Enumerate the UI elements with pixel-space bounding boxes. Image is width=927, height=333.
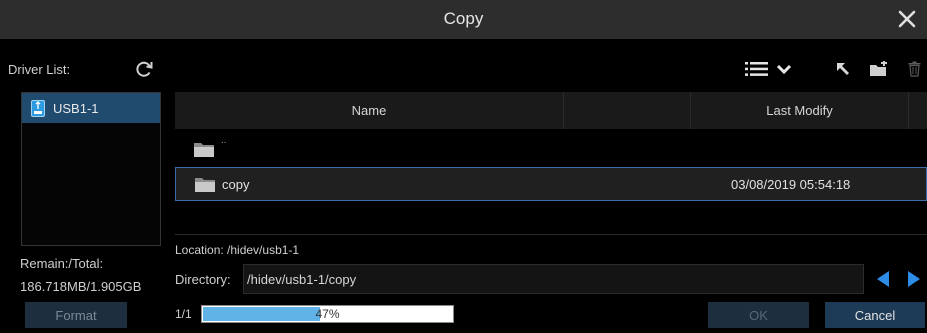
progress-bar: 47% [201,305,454,323]
file-row-copy[interactable]: copy 03/08/2019 05:54:18 [175,167,927,201]
previous-button[interactable] [873,268,893,290]
list-view-icon [745,62,768,76]
back-arrow-icon [837,63,849,75]
column-header-last-modify[interactable]: Last Modify [691,92,909,129]
next-button[interactable] [904,268,924,290]
close-button[interactable] [893,4,921,34]
chevron-down-icon [776,64,792,75]
trash-icon [908,61,920,77]
directory-label: Directory: [175,272,231,287]
parent-folder-button[interactable] [832,58,854,80]
location-text: Location: /hidev/usb1-1 [175,243,300,257]
file-name: .. [221,135,227,146]
arrow-left-icon [877,271,889,287]
arrow-right-icon [908,271,920,287]
drive-item-usb1-1[interactable]: USB1-1 [22,93,160,123]
title-bar: Copy [0,0,927,39]
folder-icon [195,177,215,192]
column-header-extra [909,92,927,129]
drive-name: USB1-1 [53,100,99,116]
file-row-parent[interactable]: .. [175,132,927,166]
file-modified: 03/08/2019 05:54:18 [731,176,851,192]
file-list-header: Name Last Modify [175,92,927,129]
page-indicator: 1/1 [175,307,192,321]
view-dropdown-button[interactable] [775,58,793,80]
directory-input[interactable] [243,264,864,294]
window-title: Copy [443,9,484,28]
folder-icon [194,142,214,157]
remain-value: 186.718MB/1.905GB [20,279,142,294]
file-list-divider [175,234,927,235]
drive-list[interactable]: USB1-1 [21,92,161,246]
refresh-icon [136,61,153,77]
usb-drive-icon [31,99,45,117]
driver-list-label: Driver List: [8,62,71,77]
ok-button[interactable]: OK [708,302,809,328]
remain-label: Remain:/Total: [20,256,104,271]
close-icon [898,10,916,28]
list-view-button[interactable] [742,58,772,80]
new-folder-icon [870,60,887,76]
progress-text: 47% [315,307,340,321]
cancel-button[interactable]: Cancel [825,302,925,328]
new-folder-button[interactable] [868,58,890,80]
delete-button[interactable] [905,58,923,80]
column-header-blank [564,92,691,129]
format-button[interactable]: Format [25,302,127,328]
file-name: copy [222,176,250,192]
file-list[interactable]: Name Last Modify .. copy 03/08/2019 05:5… [175,92,927,235]
column-header-name[interactable]: Name [175,92,564,129]
refresh-button[interactable] [133,58,155,80]
